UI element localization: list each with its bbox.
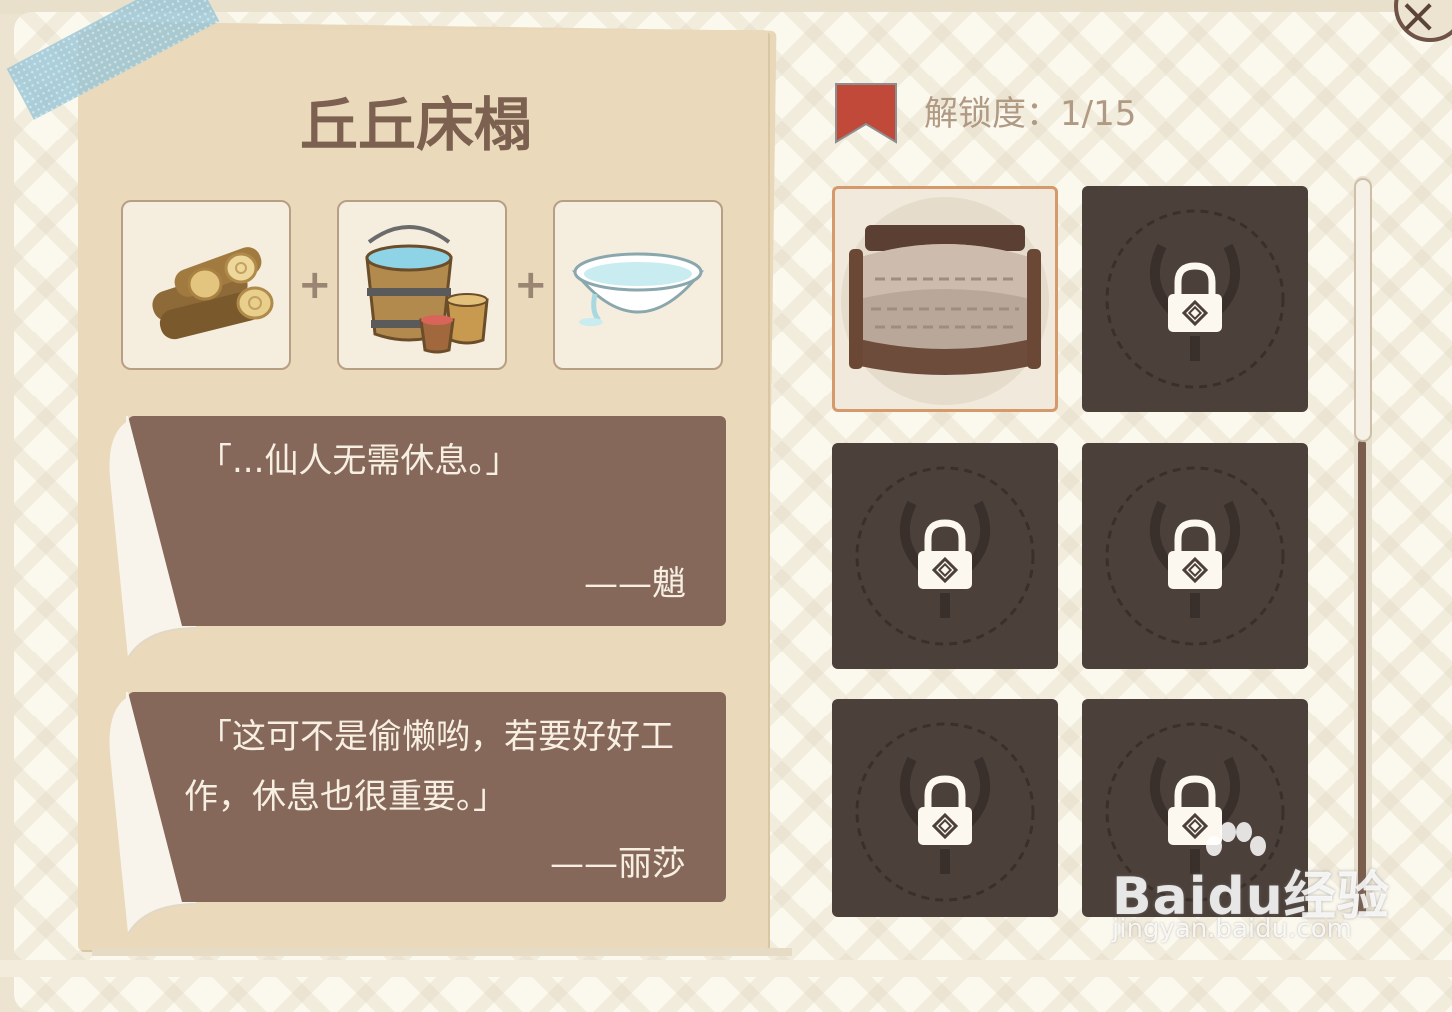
unlock-progress: 解锁度：1/15 [924, 94, 1137, 134]
watermark-url: jingyan.baidu.com [1112, 914, 1352, 944]
quote-author: ——丽莎 [550, 844, 686, 884]
quote-text-line: 作，休息也很重要。」 [184, 777, 507, 817]
item-title: 丘丘床榻 [300, 91, 533, 159]
collection-tile-locked[interactable] [1082, 443, 1308, 669]
page-shadow [92, 948, 792, 956]
close-button[interactable]: × [1394, 0, 1452, 44]
ingredient-slot-water[interactable] [553, 200, 723, 370]
watermark: Baidu经验 jingyan.baidu.com [1112, 820, 1412, 950]
ingredient-slot-firewood[interactable] [121, 200, 291, 370]
page-curl-edge [126, 692, 182, 902]
page-curl-edge [126, 416, 182, 626]
lock-icon [1105, 466, 1285, 646]
hilichurl-bed-icon [841, 197, 1049, 405]
collection-tile-locked[interactable] [1082, 186, 1308, 412]
lock-icon [855, 466, 1035, 646]
collection-tile-unlocked[interactable] [832, 186, 1058, 412]
quote-text: 「...仙人无需休息。」 [198, 441, 520, 481]
ingredient-slot-bucket[interactable] [337, 200, 507, 370]
quote-card: 「...仙人无需休息。」 ——魈 [128, 416, 726, 626]
plus-sign: + [298, 262, 332, 308]
bookmark-icon [835, 83, 897, 144]
wooden-bucket-icon [365, 225, 489, 354]
collection-tile-locked[interactable] [832, 699, 1058, 917]
firewood-icon [152, 247, 274, 340]
water-bowl-icon [571, 252, 705, 326]
quote-text-line: 「这可不是偷懒哟，若要好好工 [198, 717, 674, 757]
quote-author: ——魈 [584, 564, 686, 604]
quote-card: 「这可不是偷懒哟，若要好好工 作，休息也很重要。」 ——丽莎 [128, 692, 726, 902]
plus-sign: + [514, 262, 548, 308]
lock-icon [1105, 209, 1285, 389]
bottom-border [0, 960, 1452, 977]
collection-tile-locked[interactable] [832, 443, 1058, 669]
close-icon[interactable]: × [1398, 0, 1438, 44]
lock-icon [855, 722, 1035, 902]
scrollbar-thumb[interactable] [1354, 178, 1372, 442]
